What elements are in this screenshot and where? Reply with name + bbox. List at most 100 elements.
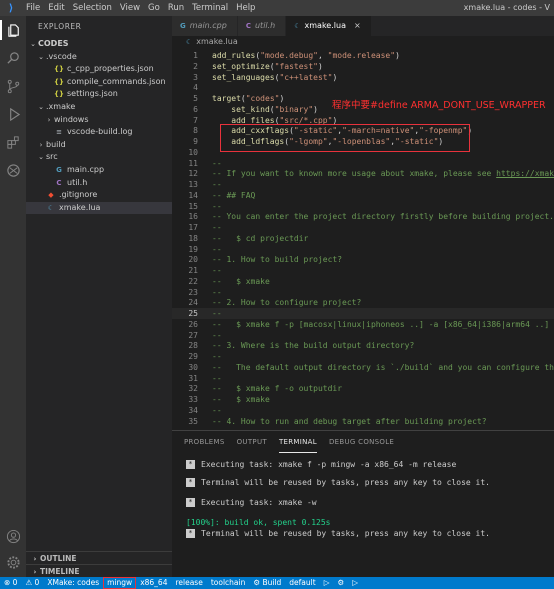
code-token: ): [395, 51, 400, 60]
run-debug-icon[interactable]: [3, 104, 23, 124]
code-token: ): [317, 61, 323, 71]
tree-item-xmake[interactable]: ⌄ .xmake: [26, 101, 172, 114]
code-token: target: [212, 94, 241, 103]
tab-util-h[interactable]: Cutil.h: [237, 16, 287, 36]
breadcrumb[interactable]: ☾ xmake.lua: [172, 36, 554, 48]
code-line: 33 -- $ xmake: [172, 394, 554, 405]
tree-item-c-cpp-properties-json[interactable]: {} c_cpp_properties.json: [26, 63, 172, 76]
xmake-build-button[interactable]: ⚙ Build: [249, 577, 285, 589]
menu-terminal[interactable]: Terminal: [188, 0, 232, 16]
tree-item-vscode-build-log[interactable]: ≡ vscode-build.log: [26, 126, 172, 139]
tree-item-compile-commands-json[interactable]: {} compile_commands.json: [26, 76, 172, 89]
xmake-toolchain[interactable]: toolchain: [207, 577, 250, 589]
panel-tab-problems[interactable]: PROBLEMS: [184, 431, 225, 453]
tree-item-label: CODES: [38, 39, 69, 48]
line-number: 27: [188, 330, 198, 340]
settings-gear-icon[interactable]: [3, 552, 23, 572]
code-token: -- $ xmake: [212, 395, 270, 404]
tree-item-build[interactable]: › build: [26, 139, 172, 152]
panel-tab-debug-console[interactable]: DEBUG CONSOLE: [329, 431, 394, 453]
menu-run[interactable]: Run: [164, 0, 188, 16]
task-star-icon: *: [186, 478, 195, 487]
chevron-down-icon: ⌄: [30, 40, 36, 48]
line-number: 16: [188, 212, 198, 222]
menu-help[interactable]: Help: [232, 0, 259, 16]
source-control-icon[interactable]: [3, 76, 23, 96]
tree-item-label: .gitignore: [59, 190, 98, 200]
task-star-icon: *: [186, 498, 195, 507]
xmake-mode[interactable]: release: [171, 577, 206, 589]
timeline-section[interactable]: › TIMELINE: [26, 564, 172, 578]
xmake-arch[interactable]: x86_64: [136, 577, 171, 589]
code-token: --: [212, 158, 222, 168]
account-icon[interactable]: [3, 526, 23, 546]
search-icon[interactable]: [3, 48, 23, 68]
tree-item-main-cpp[interactable]: Gmain.cpp: [26, 164, 172, 177]
errors-count[interactable]: ⊗ 0: [0, 577, 21, 589]
tab-main-cpp[interactable]: Gmain.cpp: [172, 16, 238, 36]
annotation-text: 程序中要#define ARMA_DONT_USE_WRAPPER: [332, 100, 546, 111]
header-file-icon: C: [56, 178, 62, 187]
line-number: 1: [193, 51, 198, 60]
chevron-down-icon: ⌄: [38, 102, 44, 111]
code-line: 35 -- 4. How to run and debug target afte…: [172, 416, 554, 427]
code-line: 34 --: [172, 405, 554, 416]
extensions-icon[interactable]: [3, 132, 23, 152]
tree-item-vscode[interactable]: ⌄ .vscode: [26, 51, 172, 64]
line-number: 11: [188, 158, 198, 168]
xmake-run-button[interactable]: ▷: [320, 577, 334, 589]
tree-item-gitignore[interactable]: ◆ .gitignore: [26, 189, 172, 202]
code-token: --: [212, 180, 222, 189]
code-link[interactable]: https://xmake.io: [496, 169, 554, 178]
xmake-project[interactable]: XMake: codes: [43, 577, 103, 589]
code-token: -- $ xmake: [212, 276, 270, 286]
json-file-icon: {}: [54, 65, 64, 74]
tree-item-util-h[interactable]: Cutil.h: [26, 177, 172, 190]
xmake-icon[interactable]: [3, 160, 23, 180]
panel-tab-output[interactable]: OUTPUT: [237, 431, 267, 453]
code-token: -- 2. How to configure project?: [212, 298, 362, 308]
close-icon[interactable]: ×: [354, 21, 361, 30]
line-number: 21: [188, 266, 198, 275]
code-line: 14 -- ## FAQ: [172, 190, 554, 201]
explorer-icon[interactable]: [0, 20, 26, 40]
line-number: 2: [193, 61, 198, 71]
xmake-debug-button[interactable]: ⚙: [333, 577, 348, 589]
json-file-icon: {}: [54, 90, 64, 99]
code-token: set_optimize: [212, 61, 270, 71]
outline-section[interactable]: › OUTLINE: [26, 551, 172, 565]
code-token: "fastest": [274, 61, 318, 71]
tree-item-src[interactable]: ⌄ src: [26, 151, 172, 164]
panel-tab-terminal[interactable]: TERMINAL: [278, 431, 317, 453]
menu-go[interactable]: Go: [144, 0, 164, 16]
xmake-run-target-button[interactable]: ▷: [348, 577, 362, 589]
menu-edit[interactable]: Edit: [44, 0, 68, 16]
code-token: set_languages: [212, 72, 275, 82]
code-editor[interactable]: 35 -- 4. How to run and debug target afte…: [172, 48, 554, 430]
menu-selection[interactable]: Selection: [69, 0, 116, 16]
chevron-down-icon: ⌄: [38, 153, 44, 162]
xmake-target[interactable]: default: [285, 577, 319, 589]
line-number: 33: [188, 395, 198, 404]
menu-view[interactable]: View: [116, 0, 144, 16]
tree-item-label: main.cpp: [67, 164, 105, 174]
tree-item-xmake-lua[interactable]: ☾ xmake.lua: [26, 201, 172, 215]
explorer-header: EXPLORER: [38, 22, 82, 31]
code-token: -- 4. How to run and debug target after …: [212, 416, 487, 426]
task-star-icon: *: [186, 460, 195, 469]
code-token: -- 3. Where is the build output director…: [212, 341, 415, 351]
tab-xmake-lua[interactable]: ☾ xmake.lua ×: [286, 16, 372, 36]
code-line: 12 -- If you want to known more usage abo…: [172, 168, 554, 179]
code-line: 19 --: [172, 244, 554, 255]
line-number: 13: [188, 180, 198, 189]
tab-label: util.h: [254, 21, 276, 30]
line-number: 17: [188, 223, 198, 232]
window-title: xmake.lua - codes - V: [463, 3, 550, 12]
terminal-text: Terminal will be reused by tasks, press …: [201, 478, 490, 487]
warnings-count[interactable]: ⚠ 0: [21, 577, 43, 589]
tree-item-windows[interactable]: › windows: [26, 114, 172, 127]
tree-item-codes[interactable]: ⌄ CODES: [26, 38, 172, 51]
menu-file[interactable]: File: [22, 0, 44, 16]
tree-item-settings-json[interactable]: {} settings.json: [26, 88, 172, 101]
xmake-platform[interactable]: mingw: [103, 577, 137, 589]
